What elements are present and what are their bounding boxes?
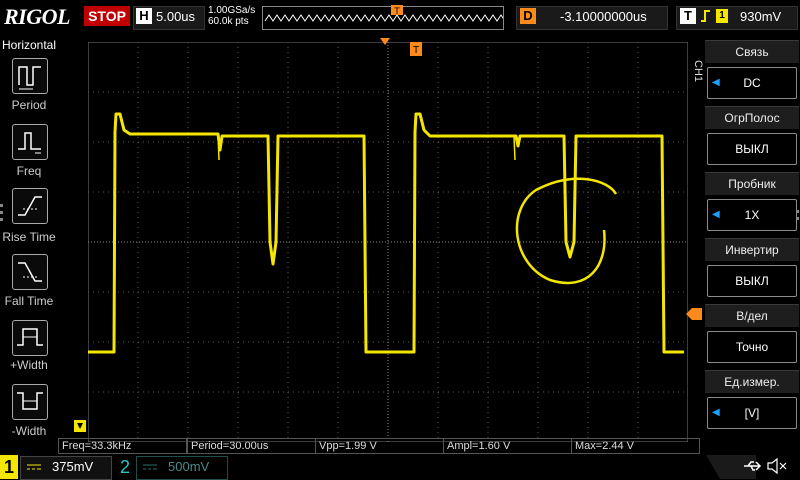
dc-coupling-icon [27,464,41,470]
ch2-indicator[interactable]: 2 [116,455,134,479]
ch1-scale-value: 375mV [52,459,94,474]
volts-div-value[interactable]: Точно [707,331,797,363]
freq-button[interactable] [12,124,48,160]
rise-time-button[interactable] [12,188,48,224]
ch1-ground-marker[interactable] [74,420,88,434]
probe-title: Пробник [705,172,799,195]
measurement-ampl: Ampl=1.60 V [443,438,572,454]
period-icon [18,66,41,90]
sample-info: 1.00GSa/s 60.0k pts [208,5,255,27]
negative-width-icon [17,392,43,410]
delay-letter: D [520,8,536,24]
trigger-level-value: 930mV [740,9,782,24]
svg-text:T: T [413,45,419,56]
trigger-position-marker [380,38,390,45]
memory-depth: 60.0k pts [208,16,249,27]
trigger-edge-icon [701,10,710,22]
sample-rate: 1.00GSa/s [208,5,256,16]
bandwidth-limit-value[interactable]: ВЫКЛ [707,133,797,165]
freq-label: Freq [16,164,42,178]
memory-waveform-preview [264,14,518,22]
left-arrow-icon: ◀ [712,77,720,88]
waveform-display[interactable] [88,42,688,442]
usb-icon [744,461,762,471]
positive-width-label: +Width [10,358,48,372]
trigger-source-badge: 1 [716,9,728,23]
fall-time-icon [18,262,42,282]
memory-overview [262,6,518,30]
ch2-scale-value: 500mV [168,459,210,474]
trigger-time-marker[interactable]: T [410,42,422,56]
timebase-letter: H [136,8,152,24]
right-page-indicator [796,206,800,236]
negative-width-label: -Width [11,424,47,438]
measurement-vpp: Vpp=1.99 V [315,438,444,454]
measurement-max: Max=2.44 V [571,438,700,454]
svg-text:T: T [394,6,400,16]
left-arrow-icon: ◀ [712,209,720,220]
unit-title: Ед.измер. [705,370,799,393]
page-indicator [0,200,4,230]
brand-logo: RIGOL [4,4,70,29]
freq-icon [18,132,41,154]
trigger-level-marker[interactable] [686,308,702,320]
delay-value: -3.10000000us [560,9,647,24]
invert-title: Инвертир [705,238,799,261]
volts-div-title: В/дел [705,304,799,327]
period-label: Period [11,98,47,112]
probe-value[interactable]: ◀ 1X [707,199,797,231]
timebase-value: 5.00us [156,9,196,24]
run-stop-button[interactable]: STOP [84,6,130,26]
speaker-mute-icon[interactable] [766,457,788,475]
positive-width-icon [17,328,43,346]
unit-value[interactable]: ◀ [V] [707,397,797,429]
rise-time-label: Rise Time [2,230,56,244]
measurement-freq: Freq=33.3kHz [58,438,187,454]
positive-width-button[interactable] [12,320,48,356]
fall-time-label: Fall Time [4,294,54,308]
ch2-coupling-icon [143,464,157,470]
coupling-value[interactable]: ◀ DC [707,67,797,99]
period-button[interactable] [12,58,48,94]
coupling-title: Связь [705,40,799,63]
measurement-period: Period=30.00us [187,438,316,454]
bandwidth-limit-title: ОгрПолос [705,106,799,129]
left-arrow-icon: ◀ [712,407,720,418]
rise-time-icon [18,196,42,216]
invert-value[interactable]: ВЫКЛ [707,265,797,297]
negative-width-button[interactable] [12,384,48,420]
memory-trigger-marker: T [391,5,403,16]
ch1-indicator[interactable]: 1 [0,455,18,479]
horizontal-panel-title: Horizontal [1,38,57,52]
channel-label: CH1 [692,60,704,83]
fall-time-button[interactable] [12,254,48,290]
trigger-letter: T [680,8,696,24]
